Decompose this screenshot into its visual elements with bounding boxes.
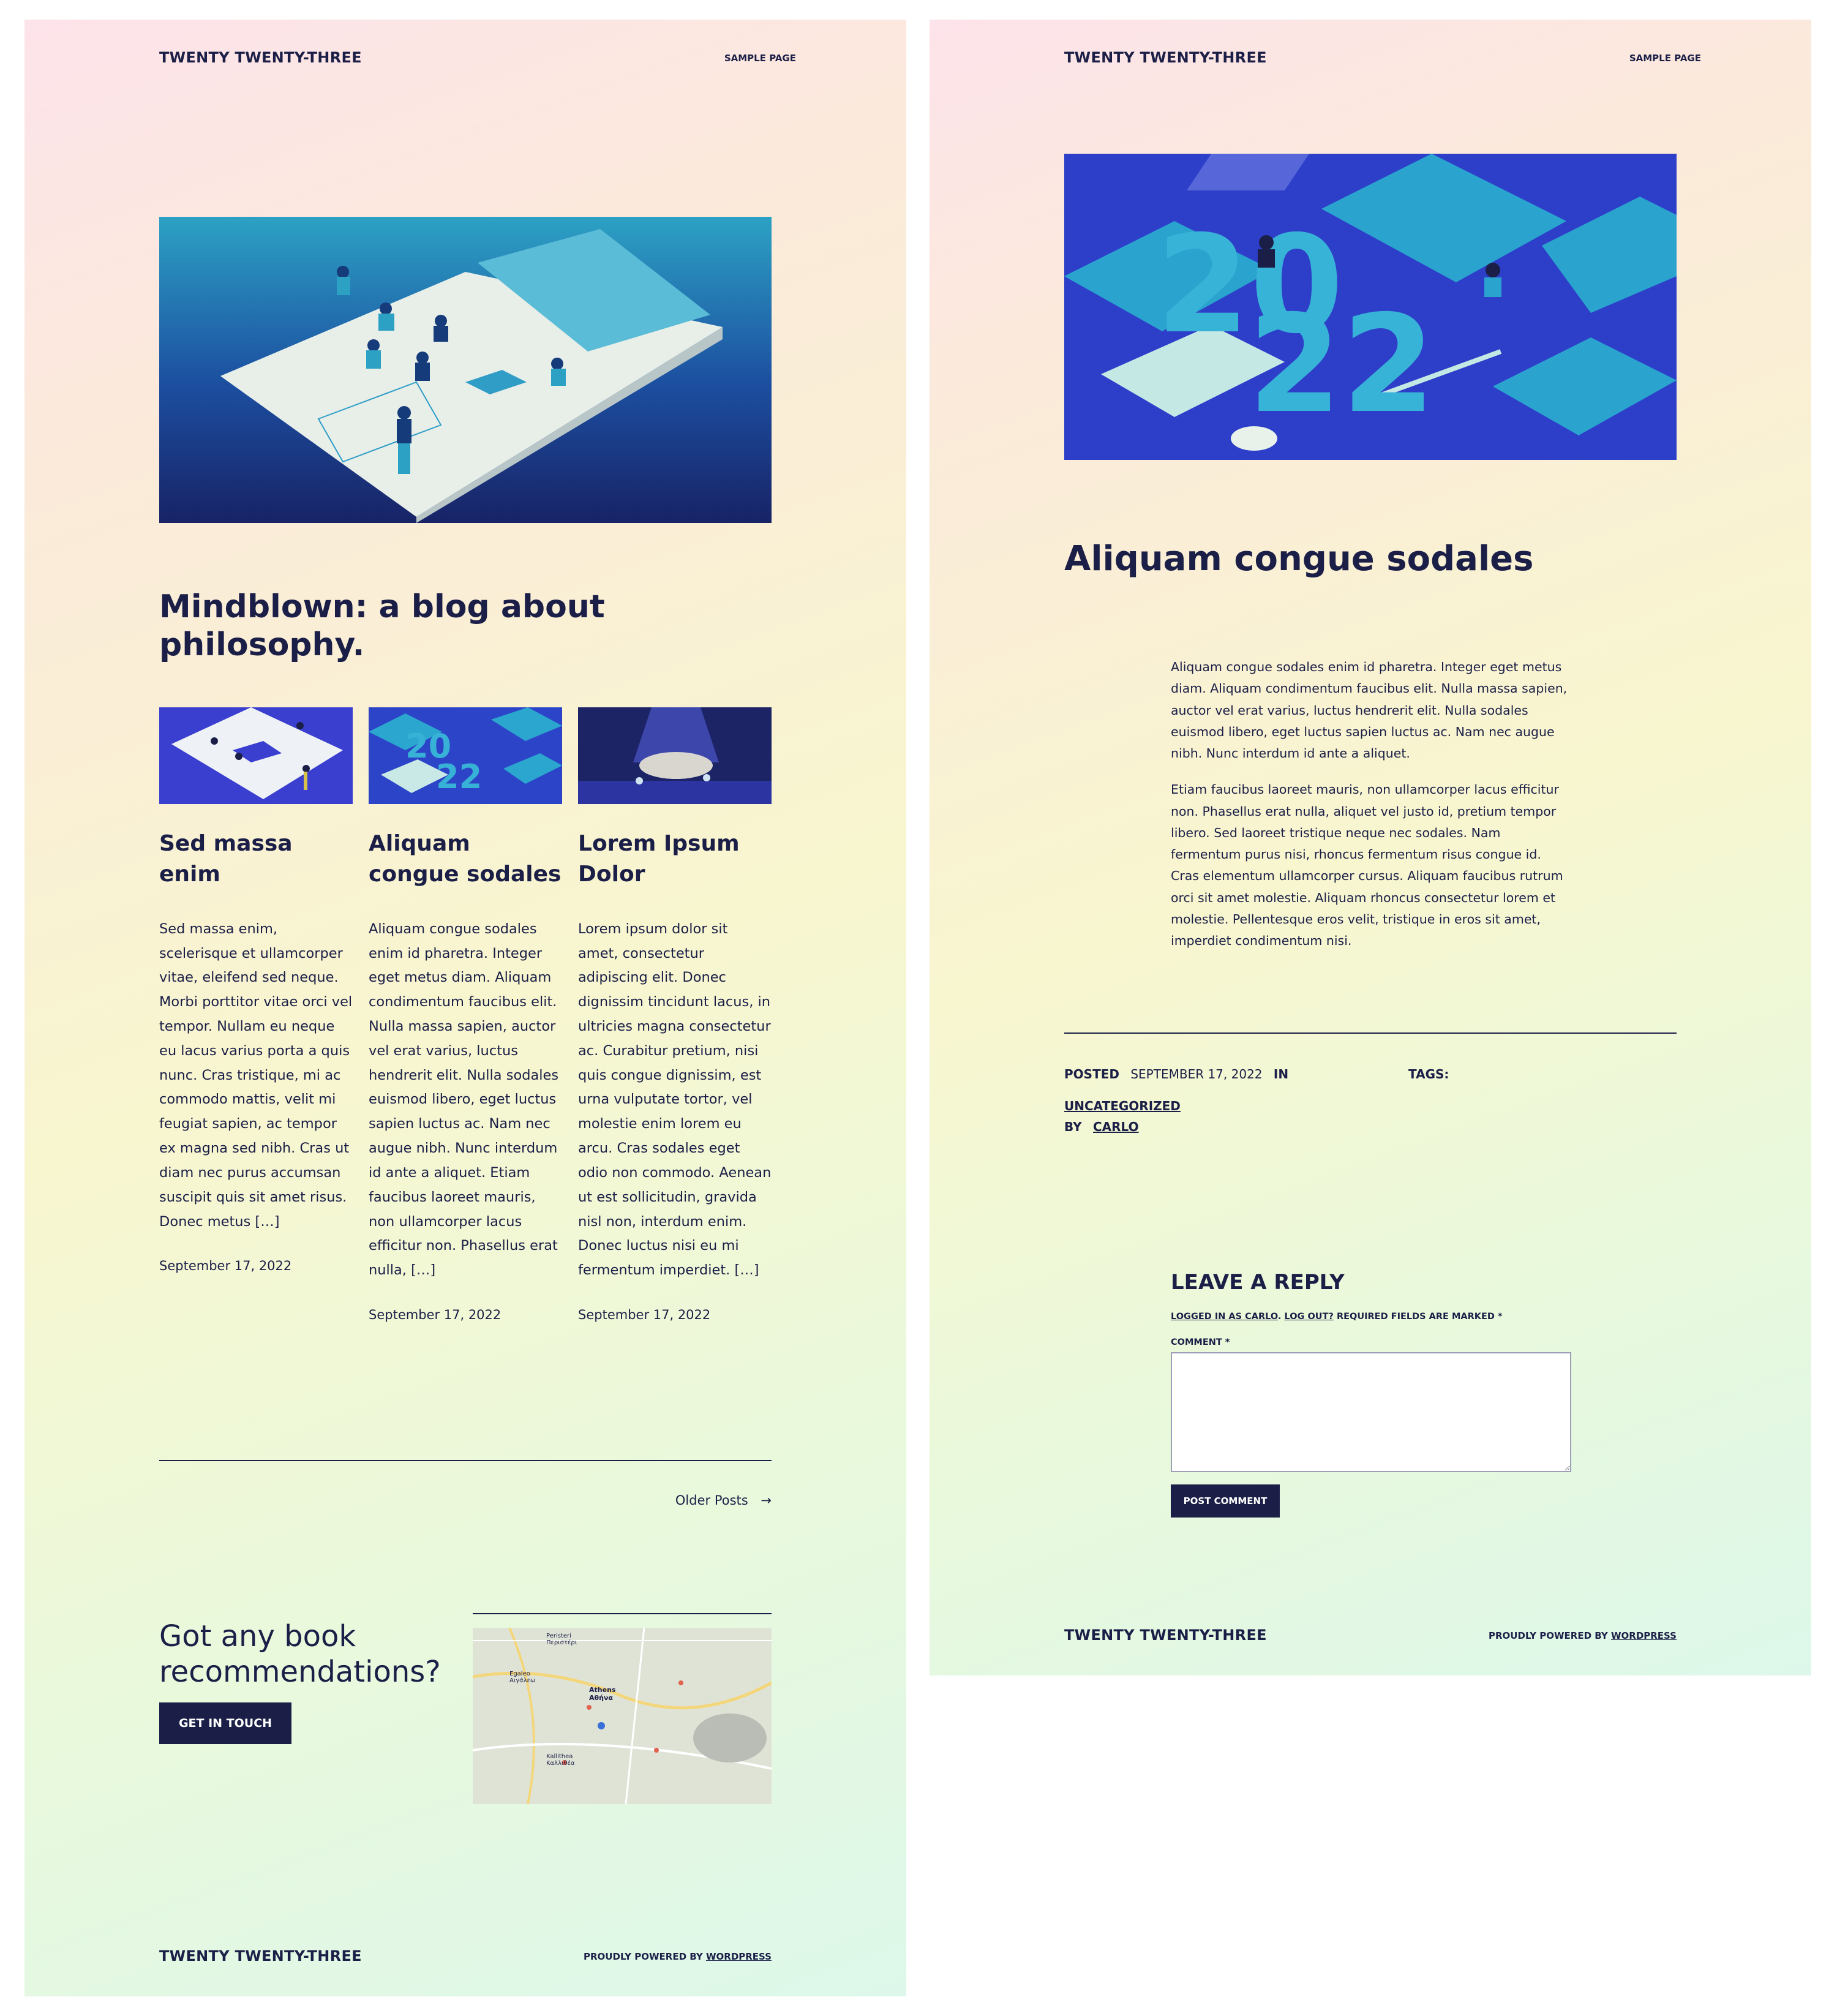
post-date: September 17, 2022 [369, 1307, 502, 1322]
get-in-touch-button[interactable]: GET IN TOUCH [159, 1702, 291, 1744]
post-meta-posted: POSTED SEPTEMBER 17, 2022 IN [1064, 1067, 1288, 1081]
footer-credit: PROUDLY POWERED BY WORDPRESS [527, 1951, 772, 1962]
map-label: Kallithea Καλλιθέα [546, 1753, 575, 1767]
older-posts-label: Older Posts [675, 1493, 748, 1508]
footer-site-title[interactable]: TWENTY TWENTY-THREE [1064, 1627, 1267, 1644]
map-label: Egaleo Αιγάλεω [509, 1671, 536, 1684]
meta-in-label: IN [1273, 1067, 1289, 1081]
post-thumbnail-image[interactable] [159, 707, 353, 804]
meta-by-label: BY [1064, 1119, 1082, 1134]
post-paragraph: Aliquam congue sodales enim id pharetra.… [1171, 660, 1568, 761]
map-embed[interactable]: Athens Αθήνα Kallithea Καλλιθέα Peristeri Π… [473, 1628, 772, 1804]
post-meta-tags: TAGS: [1408, 1067, 1449, 1081]
svg-text:22: 22 [1248, 286, 1435, 443]
post-meta-category: UNCATEGORIZED [1064, 1099, 1181, 1113]
arrow-right-icon: → [761, 1493, 772, 1508]
nav-sample-page[interactable]: SAMPLE PAGE [674, 53, 796, 64]
site-title-link[interactable]: TWENTY TWENTY-THREE [1064, 49, 1267, 66]
comment-label: COMMENT * [1171, 1337, 1230, 1347]
site-title-link[interactable]: TWENTY TWENTY-THREE [159, 49, 362, 66]
post-thumbnail-image[interactable]: 20 22 [369, 707, 562, 804]
map-divider [473, 1613, 772, 1614]
logged-in-note: LOGGED IN AS CARLO. LOG OUT? REQUIRED FI… [1171, 1312, 1503, 1322]
nav-sample-page[interactable]: SAMPLE PAGE [1579, 53, 1701, 64]
meta-tags-label: TAGS: [1408, 1067, 1449, 1081]
blog-heading: Mindblown: a blog about philosophy. [159, 589, 605, 664]
author-link[interactable]: CARLO [1093, 1119, 1139, 1134]
footer-credit: PROUDLY POWERED BY WORDPRESS [1432, 1630, 1677, 1641]
post-excerpt: Aliquam congue sodales enim id pharetra.… [369, 920, 559, 1279]
post-comment-button[interactable]: POST COMMENT [1171, 1484, 1280, 1518]
post-title: Aliquam congue sodales [1064, 539, 1534, 579]
map-label: Peristeri Περιστέρι [546, 1633, 577, 1646]
post-date: September 17, 2022 [578, 1307, 711, 1322]
older-posts-link[interactable]: Older Posts → [576, 1493, 772, 1508]
single-post-panel: TWENTY TWENTY-THREE SAMPLE PAGE 20 22 Al… [930, 20, 1811, 1676]
wordpress-link[interactable]: WORDPRESS [706, 1951, 772, 1962]
post-card: 20 22 Aliquam congue sodales Aliquam con… [369, 707, 562, 1322]
footer-credit-text: PROUDLY POWERED BY [1489, 1630, 1608, 1641]
comment-textarea[interactable] [1171, 1352, 1571, 1472]
divider [1064, 1032, 1677, 1034]
post-excerpt: Lorem ipsum dolor sit amet, consectetur … [578, 920, 772, 1279]
required-note: REQUIRED FIELDS ARE MARKED * [1336, 1312, 1503, 1322]
leave-reply-heading: LEAVE A REPLY [1171, 1270, 1345, 1295]
footer-credit-text: PROUDLY POWERED BY [584, 1951, 703, 1962]
post-title-link[interactable]: Aliquam congue sodales [369, 829, 562, 890]
post-date: September 17, 2022 [159, 1258, 292, 1274]
featured-image: 20 22 [1064, 154, 1677, 460]
post-excerpt: Sed massa enim, scelerisque et ullamcorp… [159, 920, 353, 1230]
post-paragraph: Etiam faucibus laoreet mauris, non ullam… [1171, 782, 1563, 948]
svg-text:22: 22 [436, 758, 482, 796]
post-thumbnail-image[interactable] [578, 707, 772, 804]
post-title-link[interactable]: Sed massa enim [159, 829, 353, 890]
post-card: Lorem Ipsum Dolor Lorem ipsum dolor sit … [578, 707, 772, 1322]
divider [159, 1460, 772, 1461]
wordpress-link[interactable]: WORDPRESS [1611, 1630, 1677, 1641]
meta-date: SEPTEMBER 17, 2022 [1130, 1067, 1263, 1081]
category-link[interactable]: UNCATEGORIZED [1064, 1099, 1181, 1113]
hero-illustration-image [159, 217, 772, 523]
post-card: Sed massa enim Sed massa enim, scelerisq… [159, 707, 353, 1273]
post-content: Aliquam congue sodales enim id pharetra.… [1171, 656, 1571, 966]
map-label: Athens Αθήνα [589, 1686, 616, 1702]
post-meta-author: BY CARLO [1064, 1119, 1139, 1134]
footer-site-title[interactable]: TWENTY TWENTY-THREE [159, 1947, 362, 1965]
meta-posted-label: POSTED [1064, 1067, 1119, 1081]
post-title-link[interactable]: Lorem Ipsum Dolor [578, 829, 772, 890]
home-page-panel: TWENTY TWENTY-THREE SAMPLE PAGE Mindblow… [24, 20, 906, 1996]
log-out-link[interactable]: LOG OUT? [1284, 1312, 1333, 1322]
logged-in-link[interactable]: LOGGED IN AS CARLO [1171, 1312, 1278, 1322]
cta-heading: Got any book recommendations? [159, 1619, 441, 1689]
